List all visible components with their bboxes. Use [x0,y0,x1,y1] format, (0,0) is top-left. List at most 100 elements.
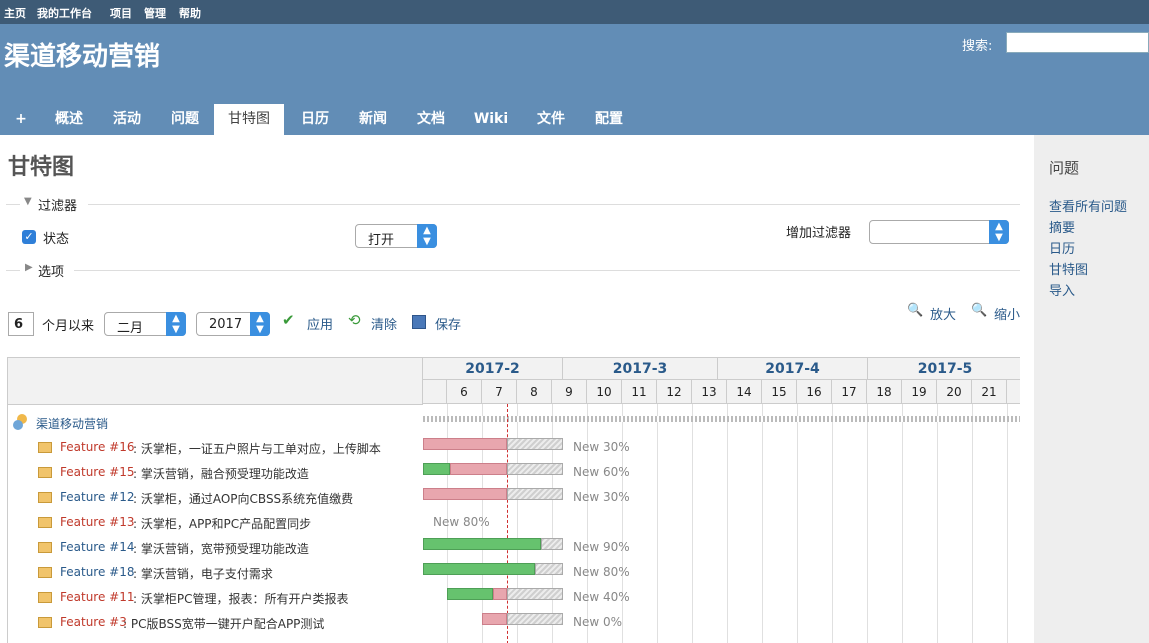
issue-link[interactable]: Feature #3 [60,615,127,629]
add-filter-select[interactable]: ▲ ▼ [869,220,1009,244]
tab-settings[interactable]: 配置 [586,104,632,135]
add-filter-label: 增加过滤器 [786,226,852,241]
task-bar-todo[interactable] [541,538,563,550]
months-input[interactable]: 6 [8,312,34,336]
select-arrows-icon: ▲ ▼ [250,312,270,336]
project-title: 渠道移动营销 [4,42,161,72]
feature-icon [38,492,52,503]
day-header: 8 [517,380,552,404]
sidebar-link-import[interactable]: 导入 [1049,280,1075,299]
day-header: 14 [727,380,762,404]
fieldset-divider [6,204,20,205]
issue-link[interactable]: Feature #14 [60,540,134,554]
task-bar-late[interactable] [423,488,507,500]
gantt-subjects-header [7,357,423,405]
issue-row: Feature #16 : 沃掌柜，一证五户照片与工单对应，上传脚本 [38,438,418,458]
expand-arrow-icon[interactable]: ▶ [25,262,33,273]
month-header: 2017-2 [423,358,563,380]
week-gridline [727,404,728,643]
tab-wiki[interactable]: Wiki [466,104,516,135]
day-header: 9 [552,380,587,404]
task-bar-late[interactable] [493,588,507,600]
week-gridline [902,404,903,643]
topnav-projects[interactable]: 项目 [110,5,132,21]
zoom-out-link[interactable]: 缩小 [994,304,1020,323]
apply-link[interactable]: 应用 [307,314,333,333]
task-bar-label: New 80% [573,565,630,579]
issue-subject: : 掌沃营销，融合预受理功能改造 [133,467,309,481]
tab-calendar[interactable]: 日历 [292,104,338,135]
project-icon [13,414,31,430]
tab-documents[interactable]: 文档 [408,104,454,135]
tab-new[interactable]: + [6,104,36,135]
gantt-timeline: 2017-2 2017-3 2017-4 2017-5 6 7 8 9 10 1… [423,357,1020,643]
task-bar-todo[interactable] [507,438,563,450]
tab-news[interactable]: 新闻 [350,104,396,135]
task-bar-done[interactable] [447,588,493,600]
project-link[interactable]: 渠道移动营销 [36,415,108,432]
issue-link[interactable]: Feature #13 [60,515,134,529]
feature-icon [38,442,52,453]
tab-overview[interactable]: 概述 [46,104,92,135]
zoom-in-icon: 🔍 [907,303,924,318]
topnav-admin[interactable]: 管理 [144,5,166,21]
search-input[interactable] [1006,32,1149,53]
task-bar-done[interactable] [423,538,541,550]
issue-link[interactable]: Feature #11 [60,590,134,604]
task-bar-label: New 30% [573,440,630,454]
topnav-home[interactable]: 主页 [4,5,26,21]
topnav-my-page[interactable]: 我的工作台 [37,5,92,21]
year-select[interactable]: 2017 ▲ ▼ [196,312,270,336]
task-bar-todo[interactable] [507,463,563,475]
sidebar-link-gantt[interactable]: 甘特图 [1049,259,1088,278]
feature-icon [38,592,52,603]
issue-link[interactable]: Feature #16 [60,440,134,454]
sidebar-link-calendar[interactable]: 日历 [1049,238,1075,257]
sidebar-link-all-issues[interactable]: 查看所有问题 [1049,196,1127,215]
zoom-in-link[interactable]: 放大 [930,304,956,323]
save-icon [412,315,426,329]
issue-link[interactable]: Feature #15 [60,465,134,479]
feature-icon [38,517,52,528]
week-gridline [657,404,658,643]
issue-link[interactable]: Feature #12 [60,490,134,504]
clear-link[interactable]: 清除 [371,314,397,333]
issue-subject-text: 沃掌柜，通过AOP向CBSS系统充值缴费 [140,492,354,506]
task-bar-late[interactable] [482,613,507,625]
sidebar-link-summary[interactable]: 摘要 [1049,217,1075,236]
task-bar-label: New 0% [573,615,623,629]
task-bar-todo[interactable] [507,613,563,625]
options-legend[interactable]: 选项 [38,261,64,280]
task-bar-todo[interactable] [507,488,563,500]
tab-issues[interactable]: 问题 [162,104,208,135]
fieldset-divider [88,204,1020,205]
feature-icon [38,617,52,628]
filters-legend[interactable]: 过滤器 [38,195,77,214]
issue-row: Feature #13 : 沃掌柜，APP和PC产品配置同步 [38,513,418,533]
task-bar-todo[interactable] [507,588,563,600]
task-bar-done[interactable] [423,463,450,475]
day-header: 18 [867,380,902,404]
status-operator-select[interactable]: 打开 ▲ ▼ [355,224,437,248]
issue-subject: : 掌沃营销，电子支付需求 [133,567,273,581]
task-bar-todo[interactable] [535,563,563,575]
topnav-help[interactable]: 帮助 [179,5,201,21]
issue-row: Feature #11 : 沃掌柜PC管理，报表：所有开户类报表 [38,588,418,608]
zoom-out-icon: 🔍 [971,303,988,318]
fieldset-divider [74,270,1020,271]
task-bar-late[interactable] [423,438,507,450]
status-operator-value: 打开 [368,233,395,248]
collapse-arrow-icon[interactable]: ▼ [24,196,32,207]
issue-link[interactable]: Feature #18 [60,565,134,579]
tab-files[interactable]: 文件 [528,104,574,135]
save-link[interactable]: 保存 [435,314,461,333]
tab-activity[interactable]: 活动 [104,104,150,135]
issue-subject-text: 沃掌柜，APP和PC产品配置同步 [140,517,312,531]
task-bar-done[interactable] [423,563,535,575]
issue-subject-text: 沃掌柜，一证五户照片与工单对应，上传脚本 [140,442,381,456]
status-checkbox[interactable]: ✓ [22,230,36,244]
task-bar-late[interactable] [450,463,507,475]
month-select[interactable]: 二月 ▲ ▼ [104,312,186,336]
issue-subject-text: 掌沃营销，融合预受理功能改造 [140,467,309,481]
tab-gantt[interactable]: 甘特图 [214,104,284,135]
